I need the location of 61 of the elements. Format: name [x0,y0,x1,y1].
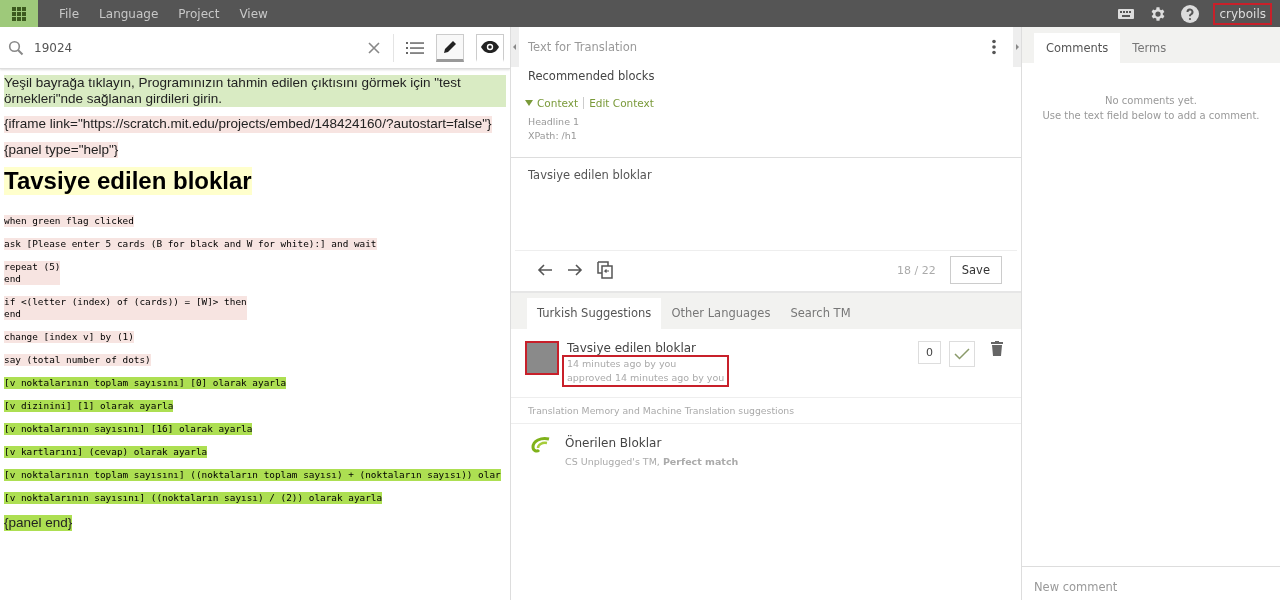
code-block[interactable]: [v dizinini] [1] olarak ayarla [4,399,174,412]
menu-item[interactable]: View [239,6,268,21]
arrow-right-icon[interactable] [567,263,583,277]
help-icon[interactable] [1181,4,1200,23]
copy-icon[interactable] [597,261,613,279]
search-icon [8,39,24,56]
code-block[interactable]: [v noktalarının sayısını] [16] olarak ayarla [4,422,253,435]
code-block[interactable]: repeat (5) end [4,260,61,285]
code-block[interactable]: if <(letter (index) of (cards)) = [W]> then end [4,295,247,320]
context-line: XPath: /h1 [528,129,578,143]
preview-mode-button[interactable] [476,33,504,62]
tab[interactable]: Other Languages [661,298,781,329]
pencil-icon [442,38,458,55]
arrow-left-icon[interactable] [537,263,553,277]
code-block[interactable]: change [index v] by (1) [4,330,134,343]
keyboard-icon[interactable] [1117,6,1136,21]
close-icon[interactable] [367,40,381,55]
menu-item[interactable]: Project [178,6,220,21]
empty-message: No comments yet. [1104,94,1198,108]
caret-icon [525,100,533,106]
progress-counter: 18 / 22 [897,263,936,277]
empty-message: Use the text field below to add a comment. [1041,109,1261,123]
preview-text[interactable]: {panel type="help"} [4,141,119,158]
suggestion-text[interactable]: Tavsiye edilen bloklar [567,341,910,355]
code-block[interactable]: [v noktalarının toplam sayısını] [0] olarak ayarla [4,376,287,389]
code-block[interactable]: when green flag clicked [4,214,134,227]
preview-text[interactable]: {panel end} [4,514,73,531]
check-icon [954,348,970,360]
preview-text[interactable]: Yeşil bayrağa tıklayın, Programınızın tahmin edilen çıktısını görmek için "test örnekleri"nde sağlanan girdileri girin. [4,75,506,108]
code-block[interactable]: [v noktalarının sayısını] ((noktaların sayısı) / (2)) olarak ayarla [4,491,383,504]
preview-text[interactable]: {iframe link="https://scratch.mit.edu/projects/embed/148424160/?autostart=false"} [4,116,492,133]
list-icon[interactable] [406,40,424,55]
edit-mode-button[interactable] [436,33,464,62]
tab[interactable]: Comments [1034,33,1121,63]
apps-button[interactable] [0,0,38,27]
suggestion-meta: 14 minutes ago by you approved 14 minutes ago by you [562,355,730,387]
code-block[interactable]: [v kartlarını] (cevap) olarak ayarla [4,445,208,458]
vote-count: 0 [918,341,941,364]
preview-heading[interactable]: Tavsiye edilen bloklar [4,166,252,195]
grid-icon [12,6,26,21]
panel-title: Text for Translation [528,40,639,54]
code-block[interactable]: ask [Please enter 5 cards (B for black and W for white):] and wait [4,237,377,250]
save-button[interactable]: Save [949,256,1002,284]
tab[interactable]: Terms [1120,33,1179,63]
trash-icon[interactable] [991,341,1003,356]
menu-item[interactable]: File [59,6,80,21]
more-icon[interactable] [991,39,997,55]
tm-suggestion-text[interactable]: Önerilen Bloklar [565,436,739,450]
section-heading: Translation Memory and Machine Translation suggestions [511,398,1021,424]
user-menu[interactable]: cryboils [1213,2,1272,25]
tab[interactable]: Turkish Suggestions [527,298,662,329]
source-text: Recommended blocks [527,68,656,83]
tm-source: CS Unplugged's TM, Perfect match [565,456,739,467]
menu-item[interactable]: Language [99,6,159,21]
eye-icon [480,39,500,54]
swirl-logo-icon [529,436,551,454]
context-line: Headline 1 [528,115,581,129]
code-block[interactable]: [v noktalarının toplam sayısını] ((noktaların toplam sayısı) + (noktaların sayısı)) olar [4,468,501,481]
approve-button[interactable] [949,341,975,367]
tab[interactable]: Search TM [780,298,861,329]
code-block[interactable]: say (total number of dots) [4,353,151,366]
